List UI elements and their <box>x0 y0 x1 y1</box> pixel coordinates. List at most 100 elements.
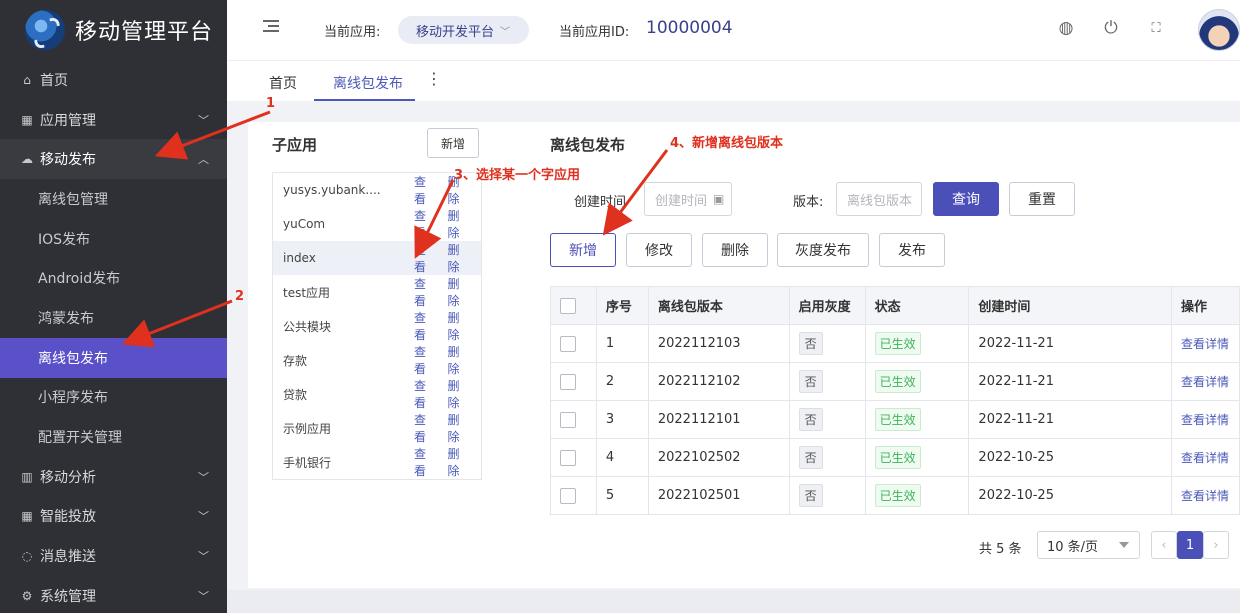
view-link[interactable]: 查看 <box>414 309 437 343</box>
current-app-id-label: 当前应用ID: <box>559 25 630 40</box>
delete-link[interactable]: 删除 <box>448 275 471 309</box>
sidebar-item-system-management[interactable]: ⚙ 系统管理 ﹀ <box>0 576 227 613</box>
list-item[interactable]: 公共模块 查看 删除 <box>273 309 481 343</box>
current-app-select[interactable]: 移动开发平台 ﹀ <box>398 16 529 44</box>
view-link[interactable]: 查看 <box>414 377 437 411</box>
created-time-input[interactable]: 创建时间 ▣ <box>644 182 732 216</box>
power-icon[interactable]: ⏻ <box>1101 18 1121 38</box>
current-app-id: 10000004 <box>646 18 733 38</box>
view-detail-link[interactable]: 查看详情 <box>1181 451 1229 465</box>
subapp-add-button[interactable]: 新增 <box>427 128 479 158</box>
row-checkbox[interactable] <box>560 449 576 466</box>
version-input[interactable]: 离线包版本 <box>836 182 922 216</box>
calendar-icon: ▣ <box>713 192 725 206</box>
view-detail-link[interactable]: 查看详情 <box>1181 413 1229 427</box>
gray-flag-tag: 否 <box>798 484 823 507</box>
col-header: 启用灰度 <box>788 286 866 325</box>
row-checkbox[interactable] <box>560 411 576 428</box>
avatar[interactable] <box>1198 9 1240 51</box>
delete-link[interactable]: 删除 <box>448 241 471 275</box>
sidebar-item-config-switch[interactable]: 配置开关管理 <box>0 417 227 457</box>
table-row[interactable]: 2 2022112102 否 已生效 2022-11-21 查看详情 <box>550 362 1240 401</box>
sidebar-item-offline-package-management[interactable]: 离线包管理 <box>0 179 227 219</box>
caret-down-icon <box>1119 542 1129 548</box>
view-link[interactable]: 查看 <box>414 173 437 207</box>
page-size-select[interactable]: 10 条/页 <box>1037 531 1140 559</box>
publish-button[interactable]: 发布 <box>879 233 945 267</box>
view-detail-link[interactable]: 查看详情 <box>1181 375 1229 389</box>
row-checkbox[interactable] <box>560 487 576 504</box>
sidebar-item-mobile-analytics[interactable]: ▥ 移动分析 ﹀ <box>0 457 227 497</box>
page-button[interactable]: 1 <box>1177 531 1203 559</box>
status-badge: 已生效 <box>874 446 921 469</box>
next-page-button[interactable]: › <box>1203 531 1229 559</box>
list-item[interactable]: 示例应用 查看 删除 <box>273 411 481 445</box>
edit-button[interactable]: 修改 <box>626 233 692 267</box>
sidebar-item-harmony-release[interactable]: 鸿蒙发布 <box>0 298 227 338</box>
list-item[interactable]: 贷款 查看 删除 <box>273 377 481 411</box>
sidebar-item-push[interactable]: ◌ 消息推送 ﹀ <box>0 536 227 576</box>
globe-icon[interactable]: ◍ <box>1056 18 1076 38</box>
delete-button[interactable]: 删除 <box>702 233 768 267</box>
annotation-label-2: 2 <box>235 289 245 304</box>
grid-icon: ▦ <box>21 509 33 524</box>
list-item[interactable]: test应用 查看 删除 <box>273 275 481 309</box>
delete-link[interactable]: 删除 <box>448 411 471 445</box>
active-tab-indicator <box>314 99 415 101</box>
sidebar-item-ios-release[interactable]: IOS发布 <box>0 219 227 259</box>
sidebar-item-miniprogram-release[interactable]: 小程序发布 <box>0 378 227 418</box>
view-link[interactable]: 查看 <box>414 411 437 445</box>
more-vertical-icon[interactable]: ⋮ <box>426 71 442 87</box>
subapp-list: yusys.yubank.... 查看 删除 yuCom 查看 删除 index 查看 删除… <box>272 172 482 480</box>
gray-release-button[interactable]: 灰度发布 <box>777 233 869 267</box>
prev-page-button[interactable]: ‹ <box>1151 531 1177 559</box>
delete-link[interactable]: 删除 <box>448 377 471 411</box>
table-row[interactable]: 3 2022112101 否 已生效 2022-11-21 查看详情 <box>550 400 1240 439</box>
tab-offline-package-release[interactable]: 离线包发布 <box>333 73 403 93</box>
delete-link[interactable]: 删除 <box>448 309 471 343</box>
chevron-up-icon: ︿ <box>198 153 209 167</box>
menu-collapse-icon[interactable] <box>263 20 279 36</box>
bar-chart-icon: ▥ <box>21 469 33 484</box>
table-row[interactable]: 5 2022102501 否 已生效 2022-10-25 查看详情 <box>550 476 1240 515</box>
query-button[interactable]: 查询 <box>933 182 999 216</box>
sidebar-item-android-release[interactable]: Android发布 <box>0 258 227 298</box>
table-row[interactable]: 1 2022112103 否 已生效 2022-11-21 查看详情 <box>550 324 1240 363</box>
view-detail-link[interactable]: 查看详情 <box>1181 337 1229 351</box>
sidebar-item-offline-package-release[interactable]: 离线包发布 <box>0 337 227 378</box>
cloud-upload-icon: ☁ <box>21 152 33 167</box>
fullscreen-icon[interactable]: ⛶ <box>1146 21 1166 36</box>
tab-home[interactable]: 首页 <box>269 73 297 93</box>
view-link[interactable]: 查看 <box>414 343 437 377</box>
list-item[interactable]: 手机银行 查看 删除 <box>273 445 481 479</box>
sidebar-item-home[interactable]: ⌂ 首页 <box>0 60 227 100</box>
gray-flag-tag: 否 <box>798 408 823 431</box>
delete-link[interactable]: 删除 <box>448 343 471 377</box>
view-link[interactable]: 查看 <box>414 207 437 241</box>
view-link[interactable]: 查看 <box>414 445 437 479</box>
brand-logo: 移动管理平台 <box>0 0 227 60</box>
created-time-label: 创建时间 <box>574 195 627 210</box>
select-all-checkbox[interactable] <box>560 297 576 314</box>
delete-link[interactable]: 删除 <box>448 445 471 479</box>
view-link[interactable]: 查看 <box>414 275 437 309</box>
chevron-down-icon: ﹀ <box>198 113 209 127</box>
row-checkbox[interactable] <box>560 335 576 352</box>
row-checkbox[interactable] <box>560 373 576 390</box>
status-badge: 已生效 <box>874 332 921 355</box>
gray-flag-tag: 否 <box>798 332 823 355</box>
release-title: 离线包发布 <box>550 136 626 154</box>
add-button[interactable]: 新增 <box>550 233 616 267</box>
list-item[interactable]: yusys.yubank.... 查看 删除 <box>273 173 481 207</box>
delete-link[interactable]: 删除 <box>448 207 471 241</box>
list-item[interactable]: yuCom 查看 删除 <box>273 207 481 241</box>
reset-button[interactable]: 重置 <box>1009 182 1075 216</box>
list-item[interactable]: 存款 查看 删除 <box>273 343 481 377</box>
sidebar-item-mobile-release[interactable]: ☁ 移动发布 ︿ <box>0 139 227 180</box>
list-item[interactable]: index 查看 删除 <box>273 241 481 275</box>
table-row[interactable]: 4 2022102502 否 已生效 2022-10-25 查看详情 <box>550 438 1240 477</box>
sidebar-item-app-management[interactable]: ▦ 应用管理 ﹀ <box>0 100 227 140</box>
view-detail-link[interactable]: 查看详情 <box>1181 489 1229 503</box>
sidebar-item-smart-delivery[interactable]: ▦ 智能投放 ﹀ <box>0 497 227 537</box>
view-link[interactable]: 查看 <box>414 241 437 275</box>
